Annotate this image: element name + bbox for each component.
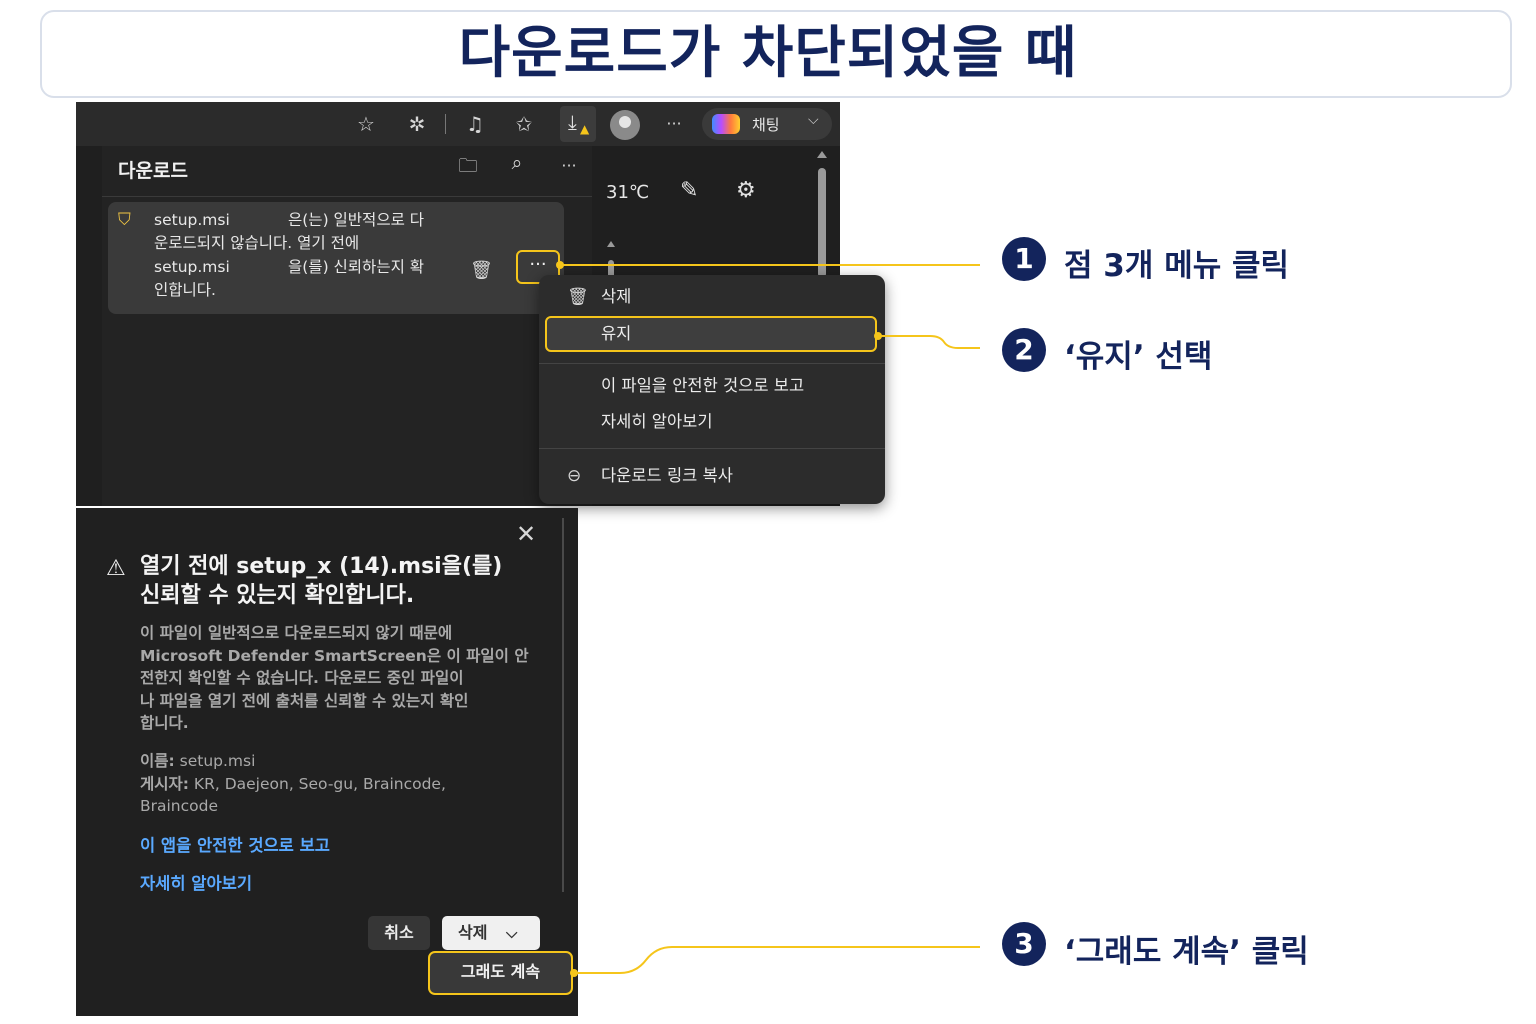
report-safe-link[interactable]: 이 앱을 안전한 것으로 보고: [140, 832, 330, 856]
item-filename: setup.msi: [154, 211, 230, 229]
learn-more-link[interactable]: 자세히 알아보기: [140, 870, 252, 894]
connector-line: [878, 335, 980, 349]
menu-item-label: 다운로드 링크 복사: [601, 466, 733, 485]
step-number: 3: [1002, 922, 1046, 966]
dialog-body: 이 파일이 일반적으로 다운로드되지 않기 때문에 Microsoft Defe…: [140, 622, 550, 735]
trash-icon: 🗑: [567, 287, 589, 307]
continue-anyway-button[interactable]: 그래도 계속: [428, 951, 573, 995]
item-text: 인합니다.: [154, 281, 216, 299]
search-icon[interactable]: ⌕: [502, 152, 532, 174]
publisher-value: KR, Daejeon, Seo-gu, Braincode,: [193, 774, 446, 793]
item-text: 은(는) 일반적으로 다: [288, 211, 425, 229]
publisher-label: 게시자:: [140, 774, 189, 793]
menu-item-keep[interactable]: 유지: [539, 317, 885, 351]
file-meta: 이름: setup.msi 게시자: KR, Daejeon, Seo-gu, …: [140, 750, 550, 818]
downloads-button[interactable]: ⤓ ▲: [560, 106, 596, 142]
step-number: 1: [1002, 237, 1046, 281]
weather-readout: 31℃: [606, 182, 650, 203]
body-line: 이 파일이 일반적으로 다운로드되지 않기 때문에: [140, 624, 453, 642]
download-icon: ⤓: [568, 110, 577, 134]
chevron-down-icon: ⌵: [808, 112, 819, 128]
download-item[interactable]: ⛉ setup.msi 은(는) 일반적으로 다 운로드되지 않습니다. 열기 …: [108, 202, 564, 314]
menu-item-learn-more[interactable]: 자세히 알아보기: [539, 405, 885, 439]
publisher-value: Braincode: [140, 797, 219, 815]
connector-line: [574, 946, 980, 974]
dialog-heading: 열기 전에 setup_x (14).msi을(를) 신뢰할 수 있는지 확인합…: [140, 552, 550, 610]
favorites-icon[interactable]: ✩: [509, 102, 539, 146]
item-text: 운로드되지 않습니다. 열기 전에: [154, 234, 360, 252]
body-line: 전한지 확인할 수 없습니다. 다운로드 중인 파일이: [140, 669, 464, 687]
chevron-down-icon: ⌵: [506, 924, 518, 942]
folder-icon[interactable]: 🗀: [453, 152, 483, 184]
body-line: 합니다.: [140, 714, 189, 732]
menu-separator: [539, 363, 885, 364]
body-line: 나 파일을 열기 전에 출처를 신뢰할 수 있는지 확인: [140, 691, 469, 710]
gear-icon[interactable]: ⚙: [736, 178, 756, 203]
more-icon[interactable]: ···: [554, 156, 584, 175]
menu-item-label: 유지: [601, 324, 632, 343]
heading-line: 열기 전에 setup_x (14).msi을(를): [140, 554, 503, 579]
item-text: 을(를) 신뢰하는지 확: [288, 258, 425, 276]
cancel-button[interactable]: 취소: [368, 916, 430, 950]
trash-icon[interactable]: 🗑: [470, 260, 493, 281]
warning-icon: ⚠: [106, 556, 126, 581]
scrollbar[interactable]: [562, 518, 564, 892]
step-label: ‘유지’ 선택: [1064, 339, 1213, 375]
extensions-icon[interactable]: ✲: [402, 102, 432, 146]
downloads-panel: 다운로드 🗀 ⌕ ··· ⛉ setup.msi 은(는) 일반적으로 다 운로…: [102, 146, 615, 506]
toolbar-separator: [445, 114, 446, 134]
menu-item-label: 이 파일을 안전한 것으로 보고: [601, 376, 805, 395]
star-icon[interactable]: ☆: [351, 102, 381, 146]
body-line: Microsoft Defender SmartScreen은 이 파일이 안: [140, 646, 529, 665]
item-filename: setup.msi: [154, 258, 230, 276]
menu-item-label: 자세히 알아보기: [601, 412, 713, 431]
chat-button[interactable]: 채팅 ⌵: [702, 108, 832, 140]
delete-dropdown-button[interactable]: 삭제 ⌵: [442, 916, 540, 950]
delete-label: 삭제: [458, 923, 488, 942]
name-label: 이름:: [140, 752, 175, 770]
divider: [102, 196, 592, 197]
menu-item-copy-link[interactable]: ⊖ 다운로드 링크 복사: [539, 459, 885, 493]
profile-avatar[interactable]: [610, 110, 640, 140]
copilot-icon: [712, 114, 740, 134]
music-icon[interactable]: ♫: [460, 102, 490, 146]
more-icon[interactable]: ···: [659, 102, 689, 146]
menu-separator: [539, 448, 885, 449]
smartscreen-dialog: ✕ ⚠ 열기 전에 setup_x (14).msi을(를) 신뢰할 수 있는지…: [76, 508, 578, 1016]
step-number: 2: [1002, 328, 1046, 372]
step-label: 점 3개 메뉴 클릭: [1064, 248, 1290, 284]
link-icon: ⊖: [567, 466, 582, 486]
download-context-menu: 🗑 삭제 유지 이 파일을 안전한 것으로 보고 자세히 알아보기 ⊖ 다운로드…: [539, 275, 885, 504]
heading-line: 신뢰할 수 있는지 확인합니다.: [140, 583, 415, 608]
chat-label: 채팅: [752, 116, 780, 134]
menu-item-label: 삭제: [601, 287, 632, 306]
menu-item-report-safe[interactable]: 이 파일을 안전한 것으로 보고: [539, 369, 885, 403]
name-value: setup.msi: [179, 752, 256, 770]
page-title: 다운로드가 차단되었을 때: [458, 21, 1078, 86]
pencil-icon[interactable]: ✎: [680, 178, 698, 203]
browser-toolbar: ☆ ✲ ♫ ✩ ⤓ ▲ ··· 채팅 ⌵: [76, 102, 840, 146]
step-label: ‘그래도 계속’ 클릭: [1064, 934, 1309, 970]
menu-item-delete[interactable]: 🗑 삭제: [539, 280, 885, 314]
downloads-title: 다운로드: [118, 160, 188, 182]
warning-badge-icon: ▲: [580, 122, 590, 136]
shield-warning-icon: ⛉: [118, 210, 131, 230]
close-icon[interactable]: ✕: [516, 520, 536, 548]
